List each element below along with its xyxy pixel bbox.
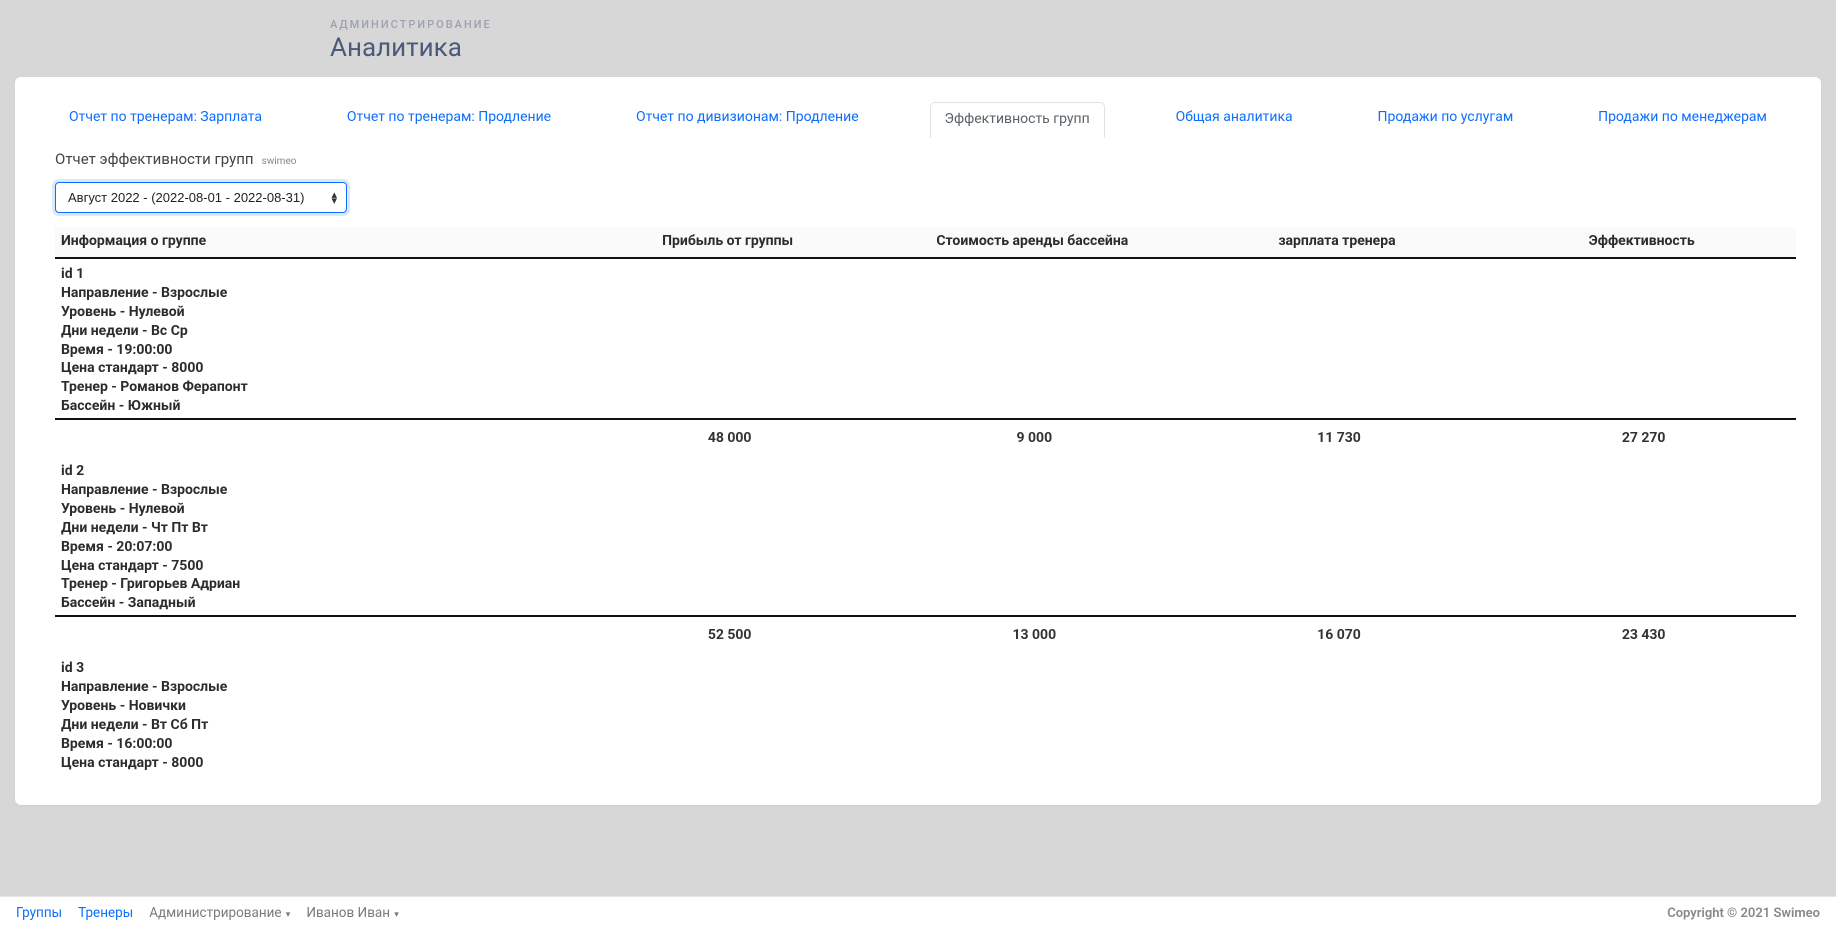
chevron-down-icon: ▾ [284, 910, 291, 920]
group-info-line: Цена стандарт - 7500 [61, 557, 1790, 576]
group-info-line: Цена стандарт - 8000 [61, 754, 1790, 773]
tab-1[interactable]: Отчет по тренерам: Продление [333, 101, 565, 137]
cell-rent: 13 000 [882, 616, 1187, 653]
spacer [55, 616, 577, 653]
col-salary: зарплата тренера [1187, 227, 1492, 258]
spacer [55, 419, 577, 456]
chevron-down-icon: ▾ [392, 910, 399, 920]
table-row: id 1Направление - ВзрослыеУровень - Нуле… [55, 258, 1796, 419]
col-info: Информация о группе [55, 227, 577, 258]
tab-2[interactable]: Отчет по дивизионам: Продление [622, 101, 873, 137]
report-title: Отчет эффективности групп [55, 150, 254, 168]
bottom-bar: Группы Тренеры Администрирование ▾ Ивано… [0, 896, 1836, 929]
page-header: АДМИНИСТРИРОВАНИЕ Аналитика [0, 0, 1836, 77]
group-info-line: Цена стандарт - 8000 [61, 359, 1790, 378]
cell-eff: 23 430 [1491, 616, 1796, 653]
group-info-line: Дни недели - Вс Ср [61, 322, 1790, 341]
group-info-line: Уровень - Нулевой [61, 303, 1790, 322]
group-info-line: Тренер - Романов Ферапонт [61, 378, 1790, 397]
table-row: 48 0009 00011 73027 270 [55, 419, 1796, 456]
tab-3[interactable]: Эффективность групп [930, 102, 1105, 138]
group-info: id 2Направление - ВзрослыеУровень - Нуле… [55, 456, 1796, 616]
group-info-line: Направление - Взрослые [61, 284, 1790, 303]
header-title: Аналитика [330, 33, 1836, 63]
nav-trainers[interactable]: Тренеры [78, 905, 133, 921]
group-info-line: Время - 16:00:00 [61, 735, 1790, 754]
group-info-line: Время - 19:00:00 [61, 341, 1790, 360]
table-header-row: Информация о группе Прибыль от группы Ст… [55, 227, 1796, 258]
cell-salary: 11 730 [1187, 419, 1492, 456]
tab-5[interactable]: Продажи по услугам [1364, 101, 1528, 137]
group-info-line: Уровень - Нулевой [61, 500, 1790, 519]
tabs: Отчет по тренерам: Зарплата Отчет по трен… [15, 77, 1821, 137]
header-subtitle: АДМИНИСТРИРОВАНИЕ [330, 18, 1836, 31]
cell-profit: 52 500 [577, 616, 882, 653]
bottom-nav: Группы Тренеры Администрирование ▾ Ивано… [16, 905, 399, 921]
period-select[interactable]: Август 2022 - (2022-08-01 - 2022-08-31) [55, 182, 347, 213]
group-info-line: id 1 [61, 265, 1790, 284]
group-info-line: Уровень - Новички [61, 697, 1790, 716]
cell-salary: 16 070 [1187, 616, 1492, 653]
nav-admin[interactable]: Администрирование ▾ [149, 905, 290, 921]
group-info-line: Дни недели - Вт Сб Пт [61, 716, 1790, 735]
group-info: id 1Направление - ВзрослыеУровень - Нуле… [55, 258, 1796, 419]
cell-profit: 48 000 [577, 419, 882, 456]
group-info-line: Бассейн - Южный [61, 397, 1790, 416]
group-info-line: Дни недели - Чт Пт Вт [61, 519, 1790, 538]
group-info-line: id 3 [61, 659, 1790, 678]
nav-groups[interactable]: Группы [16, 905, 62, 921]
efficiency-table: Информация о группе Прибыль от группы Ст… [55, 227, 1796, 775]
group-info-line: Время - 20:07:00 [61, 538, 1790, 557]
col-eff: Эффективность [1491, 227, 1796, 258]
group-info: id 3Направление - ВзрослыеУровень - Нови… [55, 653, 1796, 774]
group-info-line: Направление - Взрослые [61, 678, 1790, 697]
table-row: 52 50013 00016 07023 430 [55, 616, 1796, 653]
table-row: id 3Направление - ВзрослыеУровень - Нови… [55, 653, 1796, 774]
table-row: id 2Направление - ВзрослыеУровень - Нуле… [55, 456, 1796, 616]
cell-rent: 9 000 [882, 419, 1187, 456]
report-content: Отчет эффективности групп swimeo Август … [15, 138, 1821, 775]
col-profit: Прибыль от группы [577, 227, 882, 258]
group-info-line: Направление - Взрослые [61, 481, 1790, 500]
cell-eff: 27 270 [1491, 419, 1796, 456]
period-select-wrap: Август 2022 - (2022-08-01 - 2022-08-31) … [55, 182, 347, 213]
report-tag: swimeo [262, 156, 297, 167]
col-rent: Стоимость аренды бассейна [882, 227, 1187, 258]
group-info-line: id 2 [61, 462, 1790, 481]
main-panel: Отчет по тренерам: Зарплата Отчет по трен… [15, 77, 1821, 805]
group-info-line: Бассейн - Западный [61, 594, 1790, 613]
group-info-line: Тренер - Григорьев Адриан [61, 575, 1790, 594]
copyright: Copyright © 2021 Swimeo [1667, 906, 1820, 921]
tab-6[interactable]: Продажи по менеджерам [1584, 101, 1781, 137]
nav-user[interactable]: Иванов Иван ▾ [306, 905, 398, 921]
tab-4[interactable]: Общая аналитика [1162, 101, 1307, 137]
tab-0[interactable]: Отчет по тренерам: Зарплата [55, 101, 276, 137]
